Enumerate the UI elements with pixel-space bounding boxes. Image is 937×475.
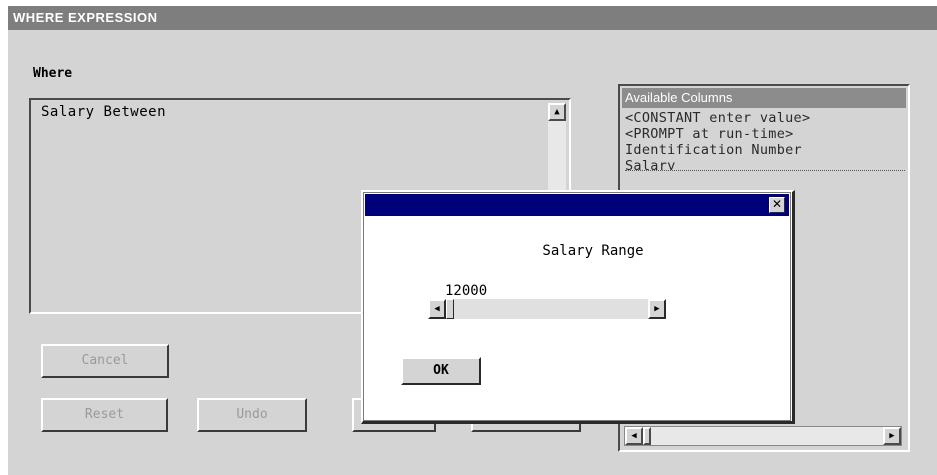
salary-range-dialog-frame: ✕ Salary Range 12000 ◀ ▶ OK (363, 192, 791, 421)
list-item[interactable]: Salary (625, 158, 905, 171)
close-icon[interactable]: ✕ (769, 197, 785, 213)
dialog-titlebar: ✕ (365, 194, 789, 216)
list-item[interactable]: Identification Number (625, 142, 802, 158)
slider-right-icon[interactable]: ▶ (648, 299, 666, 319)
slider-thumb[interactable] (446, 299, 454, 319)
dialog-ok-button[interactable]: OK (401, 357, 481, 385)
window-title: WHERE EXPRESSION (8, 6, 937, 30)
reset-button[interactable]: Reset (41, 398, 168, 432)
scroll-right-icon[interactable]: ▶ (883, 427, 901, 445)
undo-button[interactable]: Undo (197, 398, 307, 432)
columns-horizontal-scrollbar[interactable]: ◀ ▶ (624, 426, 902, 446)
list-item[interactable]: <PROMPT at run-time> (625, 126, 794, 142)
scroll-up-icon[interactable]: ▲ (548, 103, 566, 121)
list-item[interactable]: <CONSTANT enter value> (625, 110, 810, 126)
scroll-thumb[interactable] (643, 427, 651, 445)
where-expression-window: WHERE EXPRESSION Where Salary Between ▲ … (8, 6, 937, 475)
slider-left-icon[interactable]: ◀ (428, 299, 446, 319)
where-expression-text: Salary Between (41, 104, 167, 120)
cancel-button[interactable]: Cancel (41, 344, 169, 378)
dialog-title: Salary Range (542, 243, 644, 259)
slider-value: 12000 (445, 283, 488, 299)
where-label: Where (33, 66, 73, 81)
salary-slider[interactable]: ◀ ▶ (428, 299, 666, 319)
scroll-left-icon[interactable]: ◀ (625, 427, 643, 445)
available-columns-header: Available Columns (622, 88, 906, 108)
